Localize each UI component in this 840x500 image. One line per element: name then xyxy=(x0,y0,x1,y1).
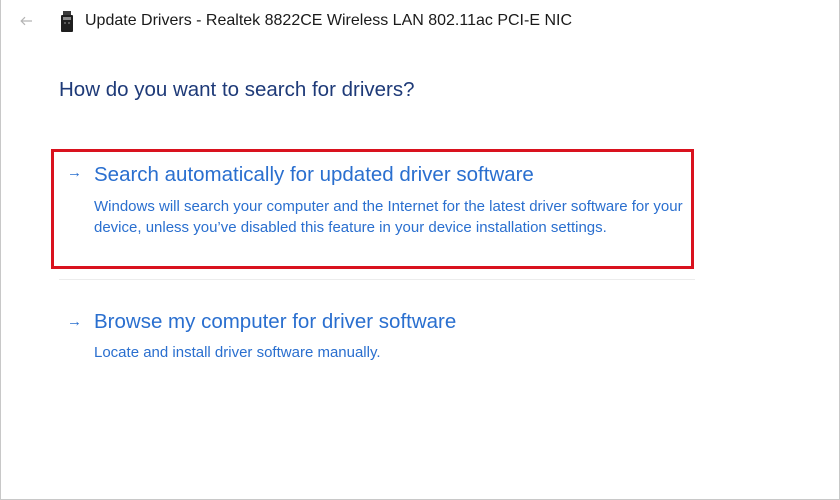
option-title: Browse my computer for driver software xyxy=(94,310,457,333)
back-button[interactable] xyxy=(15,10,37,32)
window-title: Update Drivers - Realtek 8822CE Wireless… xyxy=(85,12,572,29)
network-adapter-icon xyxy=(61,11,73,32)
title-bar: Update Drivers - Realtek 8822CE Wireless… xyxy=(1,0,839,44)
arrow-right-icon: → xyxy=(67,164,82,181)
option-description: Windows will search your computer and th… xyxy=(94,198,683,236)
page-heading: How do you want to search for drivers? xyxy=(59,78,415,101)
update-drivers-window: Update Drivers - Realtek 8822CE Wireless… xyxy=(0,0,840,500)
browse-computer-option[interactable]: → Browse my computer for driver software… xyxy=(59,300,695,380)
back-arrow-icon xyxy=(19,16,32,26)
search-automatically-option[interactable]: → Search automatically for updated drive… xyxy=(59,150,695,280)
arrow-right-icon: → xyxy=(67,313,82,330)
option-description: Locate and install driver software manua… xyxy=(94,344,381,361)
option-title: Search automatically for updated driver … xyxy=(94,163,534,186)
